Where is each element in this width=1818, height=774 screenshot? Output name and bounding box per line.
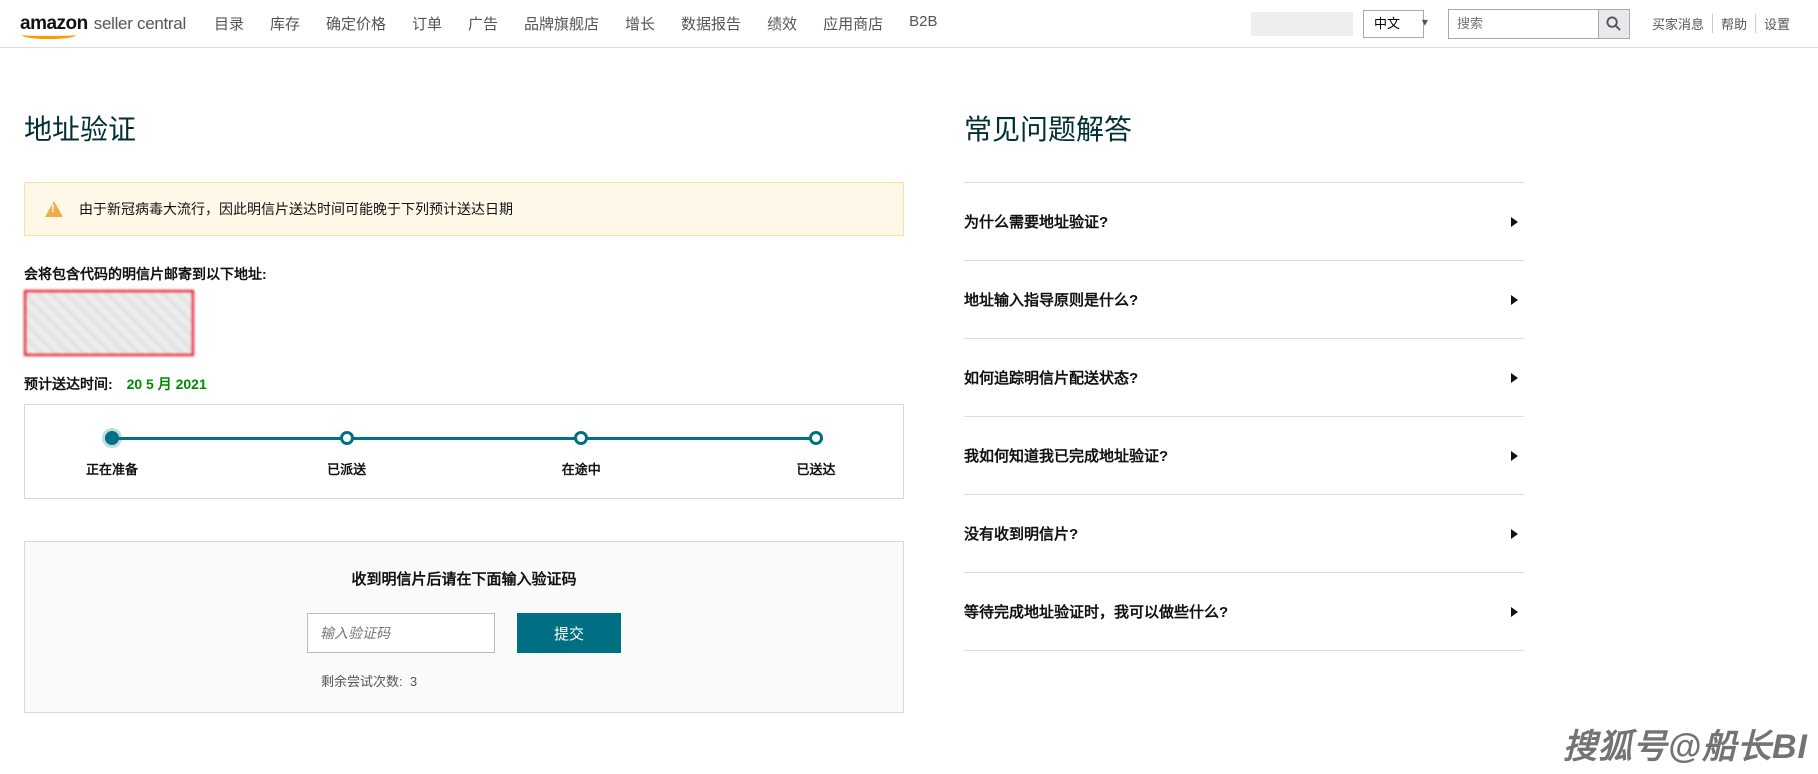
alert-text: 由于新冠病毒大流行，因此明信片送达时间可能晚于下列预计送达日期 bbox=[79, 199, 513, 219]
eta-label: 预计送达时间: bbox=[24, 376, 113, 392]
faq-item-while-waiting[interactable]: 等待完成地址验证时，我可以做些什么? bbox=[964, 573, 1524, 651]
chevron-right-icon bbox=[1511, 373, 1518, 383]
faq-item-why-verify[interactable]: 为什么需要地址验证? bbox=[964, 182, 1524, 261]
chevron-right-icon bbox=[1511, 607, 1518, 617]
nav-catalog[interactable]: 目录 bbox=[214, 13, 244, 34]
faq-item-know-verified[interactable]: 我如何知道我已完成地址验证? bbox=[964, 417, 1524, 495]
nav-b2b[interactable]: B2B bbox=[909, 13, 937, 34]
chevron-right-icon bbox=[1511, 529, 1518, 539]
faq-item-track-postcard[interactable]: 如何追踪明信片配送状态? bbox=[964, 339, 1524, 417]
verification-code-panel: 收到明信片后请在下面输入验证码 提交 剩余尝试次数: 3 bbox=[24, 541, 904, 713]
address-redacted bbox=[24, 290, 194, 356]
language-select[interactable]: 中文 bbox=[1363, 10, 1424, 38]
step-node-in-transit bbox=[574, 431, 588, 445]
nav-growth[interactable]: 增长 bbox=[625, 13, 655, 34]
search bbox=[1448, 9, 1630, 39]
attempts-remaining: 剩余尝试次数: 3 bbox=[25, 671, 903, 690]
chevron-right-icon bbox=[1511, 217, 1518, 227]
account-badge[interactable] bbox=[1251, 12, 1353, 36]
link-help[interactable]: 帮助 bbox=[1712, 14, 1755, 33]
code-title: 收到明信片后请在下面输入验证码 bbox=[25, 568, 903, 589]
faq-list: 为什么需要地址验证? 地址输入指导原则是什么? 如何追踪明信片配送状态? 我如何… bbox=[964, 182, 1524, 651]
nav-inventory[interactable]: 库存 bbox=[270, 13, 300, 34]
search-icon bbox=[1606, 16, 1621, 31]
eta-row: 预计送达时间: 20 5 月 2021 bbox=[24, 374, 904, 394]
step-label-dispatched: 已派送 bbox=[307, 459, 387, 478]
link-settings[interactable]: 设置 bbox=[1755, 14, 1798, 33]
step-label-delivered: 已送达 bbox=[776, 459, 856, 478]
warning-icon bbox=[45, 201, 63, 217]
submit-button[interactable]: 提交 bbox=[517, 613, 621, 653]
step-node-delivered bbox=[809, 431, 823, 445]
top-header: amazon seller central 目录 库存 确定价格 订单 广告 品… bbox=[0, 0, 1818, 48]
faq-column: 常见问题解答 为什么需要地址验证? 地址输入指导原则是什么? 如何追踪明信片配送… bbox=[964, 108, 1524, 713]
header-right-links: 买家消息 帮助 设置 bbox=[1644, 14, 1798, 33]
search-input[interactable] bbox=[1448, 9, 1598, 39]
nav-stores[interactable]: 品牌旗舰店 bbox=[524, 13, 599, 34]
nav-pricing[interactable]: 确定价格 bbox=[326, 13, 386, 34]
nav-orders[interactable]: 订单 bbox=[412, 13, 442, 34]
faq-item-not-received[interactable]: 没有收到明信片? bbox=[964, 495, 1524, 573]
nav-ads[interactable]: 广告 bbox=[468, 13, 498, 34]
step-node-preparing bbox=[105, 431, 119, 445]
tracking-stepper: 正在准备 已派送 在途中 已送达 bbox=[24, 404, 904, 499]
step-label-preparing: 正在准备 bbox=[72, 459, 152, 478]
faq-title: 常见问题解答 bbox=[964, 108, 1524, 148]
step-label-in-transit: 在途中 bbox=[541, 459, 621, 478]
code-input[interactable] bbox=[307, 613, 495, 653]
main-column: 地址验证 由于新冠病毒大流行，因此明信片送达时间可能晚于下列预计送达日期 会将包… bbox=[24, 108, 904, 713]
chevron-right-icon bbox=[1511, 451, 1518, 461]
step-node-dispatched bbox=[340, 431, 354, 445]
address-label: 会将包含代码的明信片邮寄到以下地址: bbox=[24, 264, 904, 284]
logo[interactable]: amazon seller central bbox=[20, 13, 186, 35]
logo-amazon: amazon bbox=[20, 13, 88, 35]
main-nav: 目录 库存 确定价格 订单 广告 品牌旗舰店 增长 数据报告 绩效 应用商店 B… bbox=[214, 13, 938, 34]
search-button[interactable] bbox=[1598, 9, 1630, 39]
page-title: 地址验证 bbox=[24, 108, 904, 148]
faq-item-address-guidelines[interactable]: 地址输入指导原则是什么? bbox=[964, 261, 1524, 339]
logo-seller-central: seller central bbox=[94, 14, 186, 34]
nav-reports[interactable]: 数据报告 bbox=[681, 13, 741, 34]
link-buyer-messages[interactable]: 买家消息 bbox=[1644, 14, 1712, 33]
chevron-right-icon bbox=[1511, 295, 1518, 305]
nav-appstore[interactable]: 应用商店 bbox=[823, 13, 883, 34]
covid-alert: 由于新冠病毒大流行，因此明信片送达时间可能晚于下列预计送达日期 bbox=[24, 182, 904, 236]
eta-value: 20 5 月 2021 bbox=[127, 376, 207, 392]
nav-perf[interactable]: 绩效 bbox=[767, 13, 797, 34]
